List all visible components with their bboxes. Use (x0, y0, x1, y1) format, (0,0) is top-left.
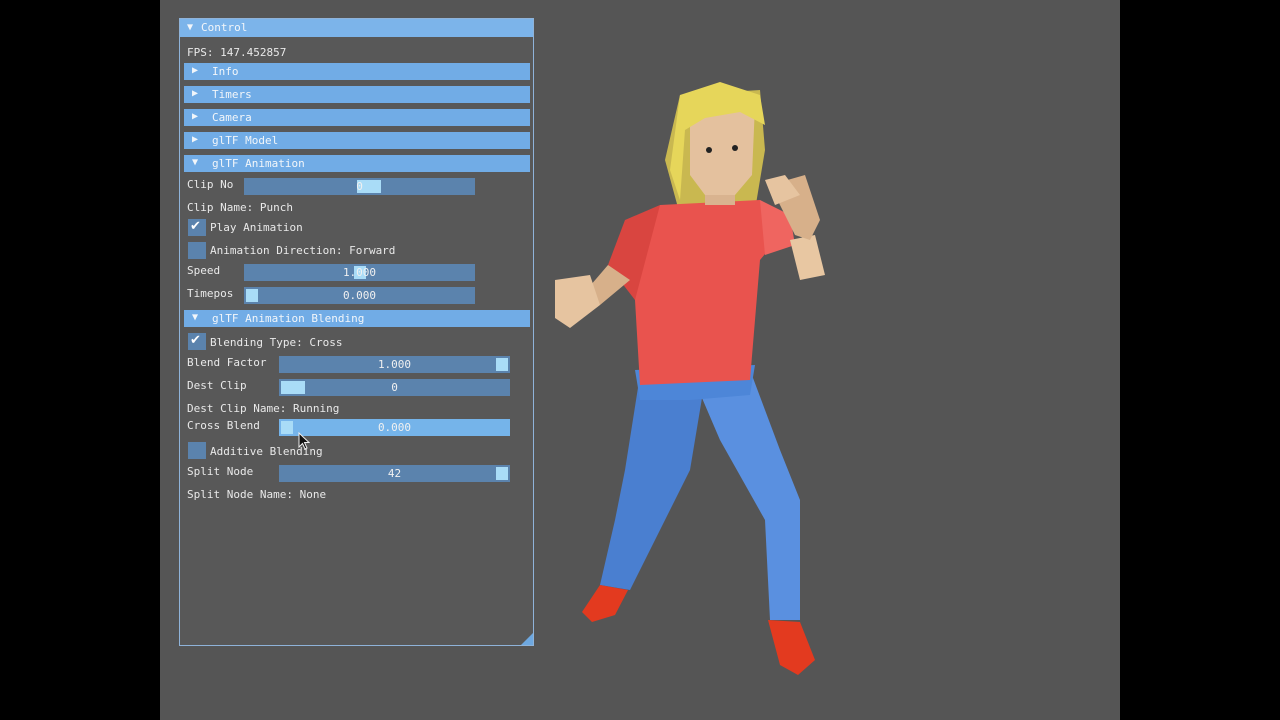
blending-type-checkbox[interactable]: ✔ (188, 333, 206, 350)
animation-direction-label: Animation Direction: Forward (210, 244, 396, 257)
triangle-down-icon: ▼ (192, 312, 199, 323)
section-blending-label: glTF Animation Blending (212, 312, 365, 325)
play-animation-label: Play Animation (210, 221, 303, 234)
cross-blend-slider[interactable]: 0.000 (279, 419, 510, 436)
triangle-right-icon: ▶ (192, 88, 199, 99)
clip-no-value: 0 (356, 180, 363, 193)
resize-grip[interactable] (521, 633, 533, 645)
right-leg (690, 370, 800, 620)
speed-slider[interactable]: 1.000 (244, 264, 475, 281)
left-leg (600, 375, 705, 590)
timepos-slider[interactable]: 0.000 (244, 287, 475, 304)
section-camera[interactable]: ▶ Camera (184, 109, 530, 126)
dest-clip-name: Dest Clip Name: Running (187, 402, 340, 415)
split-node-slider[interactable]: 42 (279, 465, 510, 482)
control-window[interactable]: ▼ Control FPS: 147.452857 ▶ Info ▶ Timer… (179, 18, 534, 646)
left-eye (706, 147, 712, 153)
cross-blend-label: Cross Blend (187, 419, 260, 432)
blend-factor-label: Blend Factor (187, 356, 267, 369)
clip-no-label: Clip No (187, 178, 234, 191)
blending-type-label: Blending Type: Cross (210, 336, 343, 349)
dest-clip-value: 0 (391, 381, 398, 394)
section-info[interactable]: ▶ Info (184, 63, 530, 80)
right-forearm (790, 235, 825, 280)
split-node-value: 42 (387, 467, 402, 480)
mouse-cursor-icon (298, 432, 310, 450)
blend-factor-slider[interactable]: 1.000 (279, 356, 510, 373)
section-animation[interactable]: ▼ glTF Animation (184, 155, 530, 172)
section-blending[interactable]: ▼ glTF Animation Blending (184, 310, 530, 327)
triangle-down-icon: ▼ (192, 157, 199, 168)
split-node-name: Split Node Name: None (187, 488, 327, 501)
speed-label: Speed (187, 264, 221, 277)
window-titlebar[interactable]: ▼ Control (180, 19, 533, 37)
section-info-label: Info (212, 65, 239, 78)
clip-name: Clip Name: Punch (187, 201, 293, 214)
left-shoe (582, 585, 628, 622)
blend-factor-value: 1.000 (377, 358, 412, 371)
additive-blending-checkbox[interactable] (188, 442, 206, 459)
triangle-right-icon: ▶ (192, 111, 199, 122)
checkmark-icon: ✔ (190, 219, 201, 234)
section-model[interactable]: ▶ glTF Model (184, 132, 530, 149)
triangle-down-icon[interactable]: ▼ (187, 22, 193, 33)
split-node-label: Split Node (187, 465, 254, 478)
timepos-value: 0.000 (342, 289, 377, 302)
cross-blend-value: 0.000 (377, 421, 412, 434)
right-shoe (768, 620, 815, 675)
dest-clip-slider[interactable]: 0 (279, 379, 510, 396)
dest-clip-label: Dest Clip (187, 379, 247, 392)
window-title: Control (201, 21, 248, 34)
section-model-label: glTF Model (212, 134, 279, 147)
animation-direction-checkbox[interactable] (188, 242, 206, 259)
checkmark-icon: ✔ (190, 333, 201, 348)
play-animation-checkbox[interactable]: ✔ (188, 219, 206, 236)
section-timers[interactable]: ▶ Timers (184, 86, 530, 103)
section-animation-label: glTF Animation (212, 157, 305, 170)
timepos-label: Timepos (187, 287, 234, 300)
right-eye (732, 145, 738, 151)
fps-readout: FPS: 147.452857 (187, 46, 287, 59)
triangle-right-icon: ▶ (192, 134, 199, 145)
speed-value: 1.000 (342, 266, 377, 279)
section-timers-label: Timers (212, 88, 252, 101)
section-camera-label: Camera (212, 111, 252, 124)
clip-no-slider[interactable]: 0 (244, 178, 475, 195)
triangle-right-icon: ▶ (192, 65, 199, 76)
